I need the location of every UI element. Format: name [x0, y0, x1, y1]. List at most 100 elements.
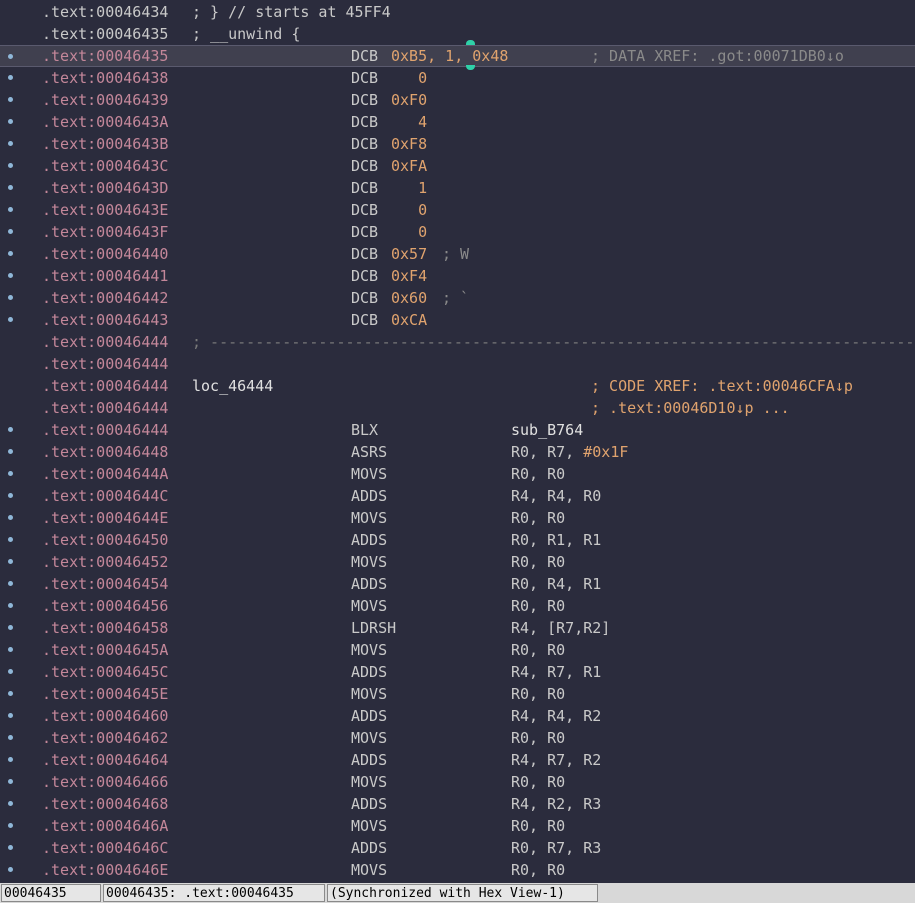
line-address[interactable]: .text:0004646A	[42, 815, 168, 837]
line-mnemonic[interactable]: DCB	[351, 89, 378, 111]
line-address[interactable]: .text:00046435	[42, 46, 168, 66]
line-operands[interactable]: R0, R0	[511, 727, 565, 749]
line-address[interactable]: .text:00046458	[42, 617, 168, 639]
line-operands[interactable]: R0, R0	[511, 683, 565, 705]
xref-comment[interactable]: ; .text:00046D10↓p ...	[591, 397, 790, 419]
line-mnemonic[interactable]: MOVS	[351, 507, 387, 529]
line-mnemonic[interactable]: MOVS	[351, 639, 387, 661]
line-address[interactable]: .text:00046456	[42, 595, 168, 617]
line-operands[interactable]: R0, R7, R3	[511, 837, 601, 859]
line-mnemonic[interactable]: BLX	[351, 419, 378, 441]
line-address[interactable]: .text:0004643C	[42, 155, 168, 177]
line-address[interactable]: .text:00046438	[42, 67, 168, 89]
line-address[interactable]: .text:00046444	[42, 375, 168, 397]
code-line[interactable]: .text:00046466 MOVS R0, R0	[0, 771, 915, 793]
line-operands[interactable]: R4, R4, R2	[511, 705, 601, 727]
line-address[interactable]: .text:0004646C	[42, 837, 168, 859]
line-operands[interactable]: R0, R1, R1	[511, 529, 601, 551]
data-line[interactable]: .text:0004643E DCB 0	[0, 199, 915, 221]
line-mnemonic[interactable]: MOVS	[351, 771, 387, 793]
line-operands[interactable]: R0, R4, R1	[511, 573, 601, 595]
line-address[interactable]: .text:00046452	[42, 551, 168, 573]
line-mnemonic[interactable]: ADDS	[351, 705, 387, 727]
line-mnemonic[interactable]: DCB	[351, 133, 378, 155]
code-line[interactable]: .text:00046450 ADDS R0, R1, R1	[0, 529, 915, 551]
line-operands[interactable]: R0, R0	[511, 463, 565, 485]
line-mnemonic[interactable]: DCB	[351, 199, 378, 221]
line-mnemonic[interactable]: ADDS	[351, 529, 387, 551]
line-operands[interactable]: R0, R0	[511, 639, 565, 661]
line-value[interactable]: 0x57	[391, 243, 427, 265]
code-line[interactable]: .text:00046448 ASRS R0, R7, #0x1F	[0, 441, 915, 463]
data-line[interactable]: .text:00046442 DCB 0x60 ; `	[0, 287, 915, 309]
line-operands[interactable]: R4, R2, R3	[511, 793, 601, 815]
line-mnemonic[interactable]: MOVS	[351, 595, 387, 617]
line-mnemonic[interactable]: ADDS	[351, 793, 387, 815]
code-line[interactable]: .text:0004646A MOVS R0, R0	[0, 815, 915, 837]
line-value[interactable]: 0xF4	[391, 265, 427, 287]
line-mnemonic[interactable]: MOVS	[351, 463, 387, 485]
line-operands[interactable]: R0, R0	[511, 595, 565, 617]
code-line[interactable]: .text:00046444 BLX sub_B764	[0, 419, 915, 441]
line-address[interactable]: .text:00046460	[42, 705, 168, 727]
line-address[interactable]: .text:00046454	[42, 573, 168, 595]
line-address[interactable]: .text:00046466	[42, 771, 168, 793]
line-address[interactable]: .text:00046444	[42, 331, 168, 353]
line-address[interactable]: .text:00046435	[42, 23, 168, 45]
line-mnemonic[interactable]: MOVS	[351, 815, 387, 837]
line-mnemonic[interactable]: ADDS	[351, 573, 387, 595]
line-address[interactable]: .text:0004645E	[42, 683, 168, 705]
code-line[interactable]: .text:0004646E MOVS R0, R0	[0, 859, 915, 880]
data-line[interactable]: .text:0004643B DCB 0xF8	[0, 133, 915, 155]
line-mnemonic[interactable]: ADDS	[351, 749, 387, 771]
line-address[interactable]: .text:00046443	[42, 309, 168, 331]
empty-line[interactable]: .text:00046444	[0, 353, 915, 375]
line-value[interactable]: 0	[391, 199, 427, 221]
line-address[interactable]: .text:00046448	[42, 441, 168, 463]
line-value[interactable]: 0xB5, 1, 0x48	[391, 46, 508, 66]
line-mnemonic[interactable]: DCB	[351, 67, 378, 89]
line-mnemonic[interactable]: ASRS	[351, 441, 387, 463]
line-mnemonic[interactable]: DCB	[351, 243, 378, 265]
line-value[interactable]: 0xCA	[391, 309, 427, 331]
line-address[interactable]: .text:00046439	[42, 89, 168, 111]
line-mnemonic[interactable]: MOVS	[351, 859, 387, 880]
code-line[interactable]: .text:0004645A MOVS R0, R0	[0, 639, 915, 661]
line-address[interactable]: .text:00046440	[42, 243, 168, 265]
disassembly-listing[interactable]: .text:00046434; } // starts at 45FF4 .tex…	[0, 0, 915, 880]
line-address[interactable]: .text:00046444	[42, 397, 168, 419]
line-mnemonic[interactable]: DCB	[351, 177, 378, 199]
line-address[interactable]: .text:0004646E	[42, 859, 168, 880]
data-line[interactable]: .text:0004643A DCB 4	[0, 111, 915, 133]
line-address[interactable]: .text:0004644C	[42, 485, 168, 507]
line-mnemonic[interactable]: DCB	[351, 46, 378, 66]
line-address[interactable]: .text:0004645C	[42, 661, 168, 683]
line-address[interactable]: .text:0004643B	[42, 133, 168, 155]
line-value[interactable]: 0	[391, 221, 427, 243]
code-line[interactable]: .text:00046458 LDRSH R4, [R7,R2]	[0, 617, 915, 639]
data-line[interactable]: .text:00046439 DCB 0xF0	[0, 89, 915, 111]
line-mnemonic[interactable]: MOVS	[351, 551, 387, 573]
xref-comment[interactable]: ; CODE XREF: .text:00046CFA↓p	[591, 375, 853, 397]
line-mnemonic[interactable]: DCB	[351, 111, 378, 133]
line-address[interactable]: .text:0004645A	[42, 639, 168, 661]
data-line[interactable]: .text:00046443 DCB 0xCA	[0, 309, 915, 331]
line-address[interactable]: .text:0004644E	[42, 507, 168, 529]
line-value[interactable]: 0xF0	[391, 89, 427, 111]
code-label[interactable]: loc_46444	[192, 375, 273, 397]
code-line[interactable]: .text:00046460 ADDS R4, R4, R2	[0, 705, 915, 727]
code-line[interactable]: .text:0004644E MOVS R0, R0	[0, 507, 915, 529]
line-address[interactable]: .text:00046444	[42, 419, 168, 441]
code-line[interactable]: .text:00046468 ADDS R4, R2, R3	[0, 793, 915, 815]
line-operands[interactable]: R0, R7, #0x1F	[511, 441, 628, 463]
line-mnemonic[interactable]: LDRSH	[351, 617, 396, 639]
line-address[interactable]: .text:0004644A	[42, 463, 168, 485]
line-address[interactable]: .text:00046468	[42, 793, 168, 815]
line-mnemonic[interactable]: ADDS	[351, 485, 387, 507]
line-address[interactable]: .text:00046434	[42, 1, 168, 23]
line-mnemonic[interactable]: DCB	[351, 221, 378, 243]
line-address[interactable]: .text:00046444	[42, 353, 168, 375]
listing-header-line[interactable]: .text:00046434 ; } // starts at 45FF4	[0, 1, 915, 23]
xref-line[interactable]: .text:00046444 ; .text:00046D10↓p ...	[0, 397, 915, 419]
line-mnemonic[interactable]: MOVS	[351, 727, 387, 749]
